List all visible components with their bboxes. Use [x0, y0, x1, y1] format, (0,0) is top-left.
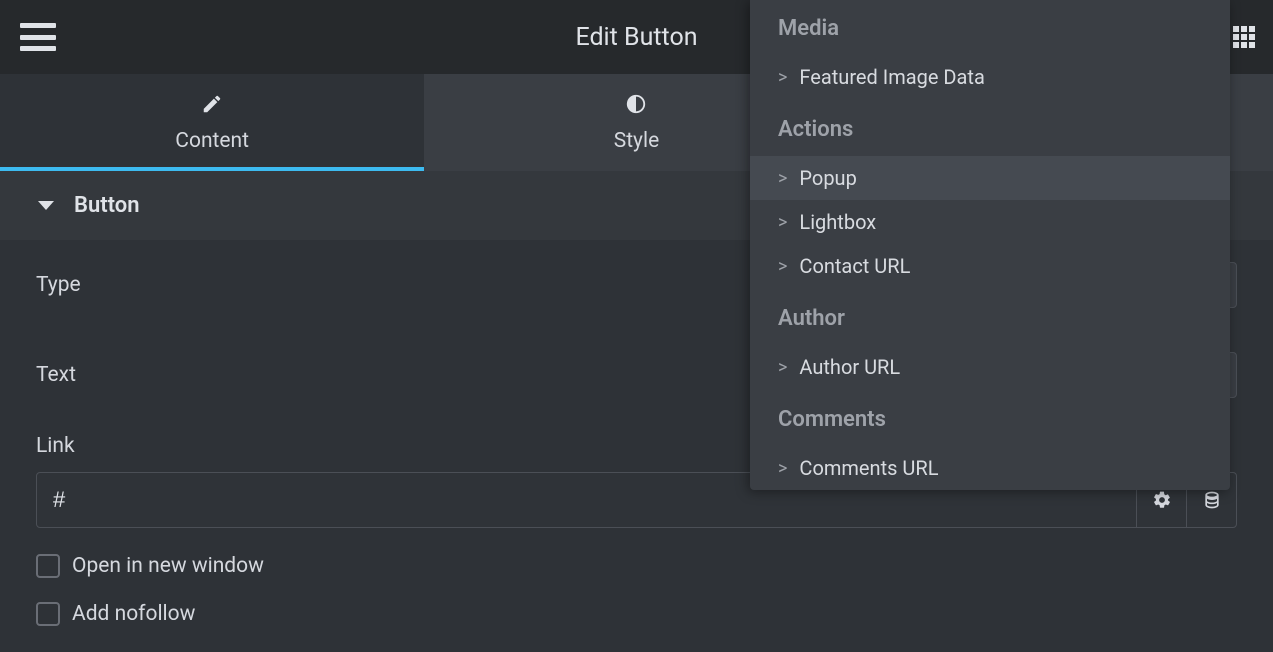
dropdown-item[interactable]: > Contact URL: [750, 244, 1230, 288]
tab-content[interactable]: Content: [0, 74, 424, 171]
row-open-new-window: Open in new window: [36, 542, 1237, 590]
chevron-right-icon: >: [778, 458, 787, 479]
tab-label: Style: [614, 129, 660, 153]
dropdown-group-title: Media: [750, 0, 1230, 55]
dropdown-scroll[interactable]: Media > Featured Image Data Actions > Popup > L…: [750, 0, 1230, 490]
gear-icon: [1152, 490, 1172, 510]
dropdown-group-title: Comments: [750, 389, 1230, 446]
dropdown-item-label: Popup: [799, 166, 856, 190]
chevron-down-icon: [38, 201, 54, 210]
tab-label: Content: [175, 129, 249, 153]
dropdown-item[interactable]: > Popup: [750, 156, 1230, 200]
dropdown-item-label: Contact URL: [799, 254, 910, 278]
dropdown-item[interactable]: > Featured Image Data: [750, 55, 1230, 99]
dropdown-item-label: Author URL: [799, 355, 900, 379]
dropdown-item[interactable]: > Lightbox: [750, 200, 1230, 244]
dropdown-item-label: Lightbox: [799, 210, 876, 234]
database-icon: [1202, 490, 1222, 510]
dropdown-group-title: Author: [750, 288, 1230, 345]
contrast-icon: [625, 93, 647, 115]
hamburger-icon[interactable]: [20, 23, 56, 51]
label-type: Type: [36, 273, 81, 297]
checkbox-add-nofollow[interactable]: [36, 602, 60, 626]
checkbox-open-new-window[interactable]: [36, 554, 60, 578]
chevron-right-icon: >: [778, 168, 787, 189]
dropdown-item-label: Featured Image Data: [799, 65, 984, 89]
apps-grid-icon[interactable]: [1233, 26, 1255, 48]
dropdown-item[interactable]: > Comments URL: [750, 446, 1230, 490]
chevron-right-icon: >: [778, 67, 787, 88]
page-title: Edit Button: [575, 23, 697, 52]
chevron-right-icon: >: [778, 212, 787, 233]
dropdown-group-title: Actions: [750, 99, 1230, 156]
dropdown-item-label: Comments URL: [799, 456, 938, 480]
label-text: Text: [36, 363, 76, 387]
dynamic-dropdown: Media > Featured Image Data Actions > Popup > L…: [750, 0, 1230, 490]
dropdown-item[interactable]: > Author URL: [750, 345, 1230, 389]
pencil-icon: [201, 93, 223, 115]
chevron-right-icon: >: [778, 256, 787, 277]
label-open-new-window[interactable]: Open in new window: [72, 554, 264, 578]
label-add-nofollow[interactable]: Add nofollow: [72, 602, 195, 626]
section-title: Button: [74, 193, 140, 218]
chevron-right-icon: >: [778, 357, 787, 378]
row-add-nofollow: Add nofollow: [36, 590, 1237, 638]
